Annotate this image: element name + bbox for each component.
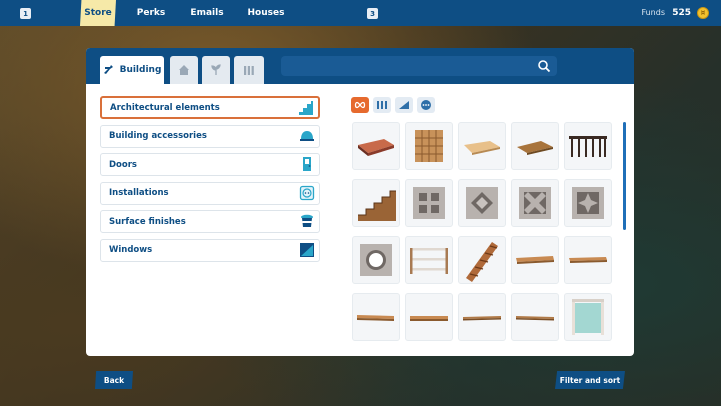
tab-home[interactable] [170,56,198,84]
category-label: Building accessories [109,131,207,141]
key-hint-right: 3 [367,8,378,19]
category-list: Architectural elements Building accessor… [100,96,320,267]
item-wooden-strip[interactable] [458,293,506,341]
filter-all-button[interactable] [351,97,369,113]
item-wooden-board[interactable] [352,293,400,341]
tab-fences[interactable] [234,56,264,84]
filter-ramps-button[interactable] [395,97,413,113]
item-breeze-block-star[interactable] [564,179,612,227]
fence-icon [244,66,254,75]
category-label: Surface finishes [109,216,186,227]
search-icon[interactable] [537,59,551,73]
window-icon [300,242,314,257]
item-wooden-lattice-panel[interactable] [405,122,453,170]
item-wooden-plank-thin[interactable] [564,236,612,284]
hammer-icon [103,65,113,74]
panel-header: Building [86,48,634,84]
socket-icon [299,185,315,200]
item-wooden-stairs[interactable] [352,179,400,227]
category-surface-finishes[interactable]: Surface finishes [100,210,320,233]
tab-building-label: Building [119,65,162,75]
more-icon [421,100,431,110]
item-wooden-strip-long[interactable] [511,293,559,341]
filter-and-sort-button[interactable]: Filter and sort [555,371,625,389]
nav-store[interactable]: Store [80,0,116,26]
tab-building[interactable]: Building [100,56,164,84]
nav-houses[interactable]: Houses [244,0,288,26]
funds-value: 525 [672,8,691,18]
helmet-icon [300,130,314,141]
item-breeze-block-circle[interactable] [352,236,400,284]
item-glass-balustrade[interactable] [564,293,612,341]
search-bar [281,56,557,79]
item-wooden-board-long[interactable] [405,293,453,341]
item-breeze-block-cross[interactable] [511,179,559,227]
category-label: Windows [109,245,153,255]
item-brick-slab[interactable] [352,122,400,170]
item-wooden-plank[interactable] [511,236,559,284]
category-label: Doors [109,159,137,170]
house-icon [179,65,189,75]
paint-bucket-icon [301,214,313,227]
top-navigation-bar: 1 Store Perks Emails Houses 3 Funds 525 … [0,0,721,26]
category-windows[interactable]: Windows [100,238,320,262]
category-doors[interactable]: Doors [100,153,320,176]
filter-row [351,97,435,113]
nav-emails[interactable]: Emails [186,0,228,26]
tab-garden[interactable] [202,56,230,84]
item-breeze-block-diamond[interactable] [458,179,506,227]
store-panel: Building Architectural elements Building… [86,48,634,356]
door-icon [303,157,311,171]
item-wooden-beam-angled[interactable] [458,122,506,170]
funds-label: Funds [641,8,665,17]
infinity-icon [354,101,366,109]
category-label: Architectural elements [110,102,220,113]
filter-more-button[interactable] [417,97,435,113]
ramp-icon [399,101,409,109]
columns-icon [377,101,387,109]
item-wooden-stair-stringer[interactable] [458,236,506,284]
item-breeze-block-square[interactable] [405,179,453,227]
filter-columns-button[interactable] [373,97,391,113]
item-wooden-beam-short[interactable] [511,122,559,170]
back-button[interactable]: Back [95,371,133,389]
key-hint-left: 1 [20,8,31,19]
item-white-railing[interactable] [405,236,453,284]
coin-icon: ¤ [697,7,709,19]
category-architectural-elements[interactable]: Architectural elements [100,96,320,119]
item-dark-railing[interactable] [564,122,612,170]
search-input[interactable] [281,59,531,79]
stairs-icon [299,101,313,115]
nav-perks[interactable]: Perks [132,0,170,26]
category-building-accessories[interactable]: Building accessories [100,124,320,148]
category-label: Installations [109,188,169,198]
category-installations[interactable]: Installations [100,181,320,205]
plant-icon [211,64,221,75]
grid-scrollbar[interactable] [623,122,626,230]
